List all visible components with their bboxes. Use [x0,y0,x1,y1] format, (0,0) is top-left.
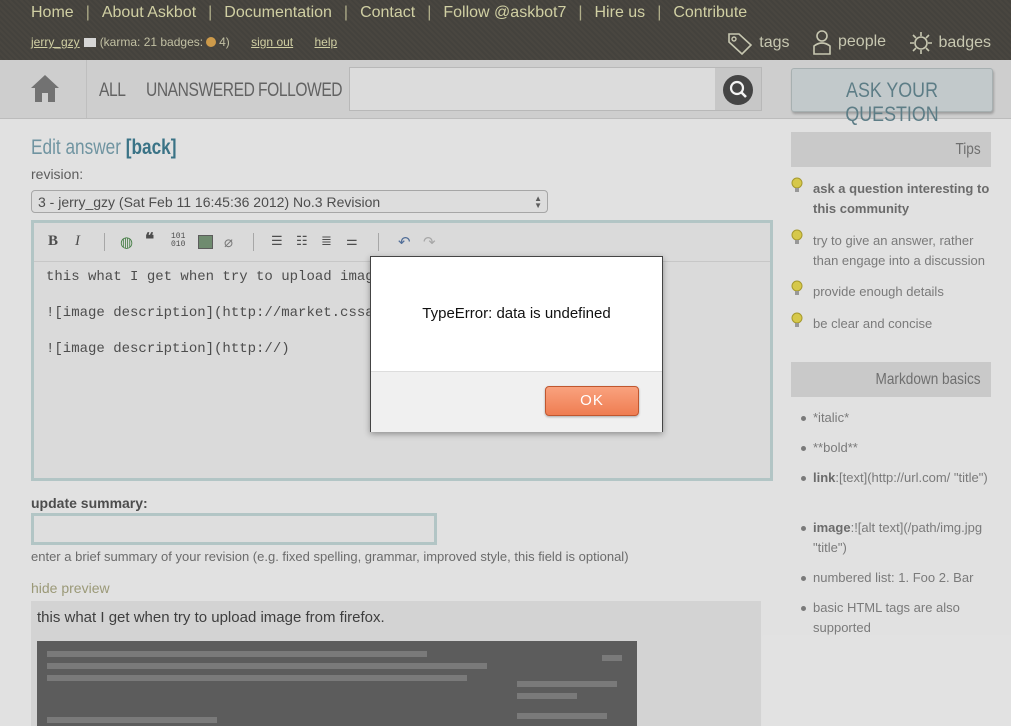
ok-button[interactable]: OK [545,386,639,416]
alert-dialog: TypeError: data is undefined OK [370,256,663,432]
alert-footer: OK [371,371,662,432]
alert-message: TypeError: data is undefined [422,305,611,322]
